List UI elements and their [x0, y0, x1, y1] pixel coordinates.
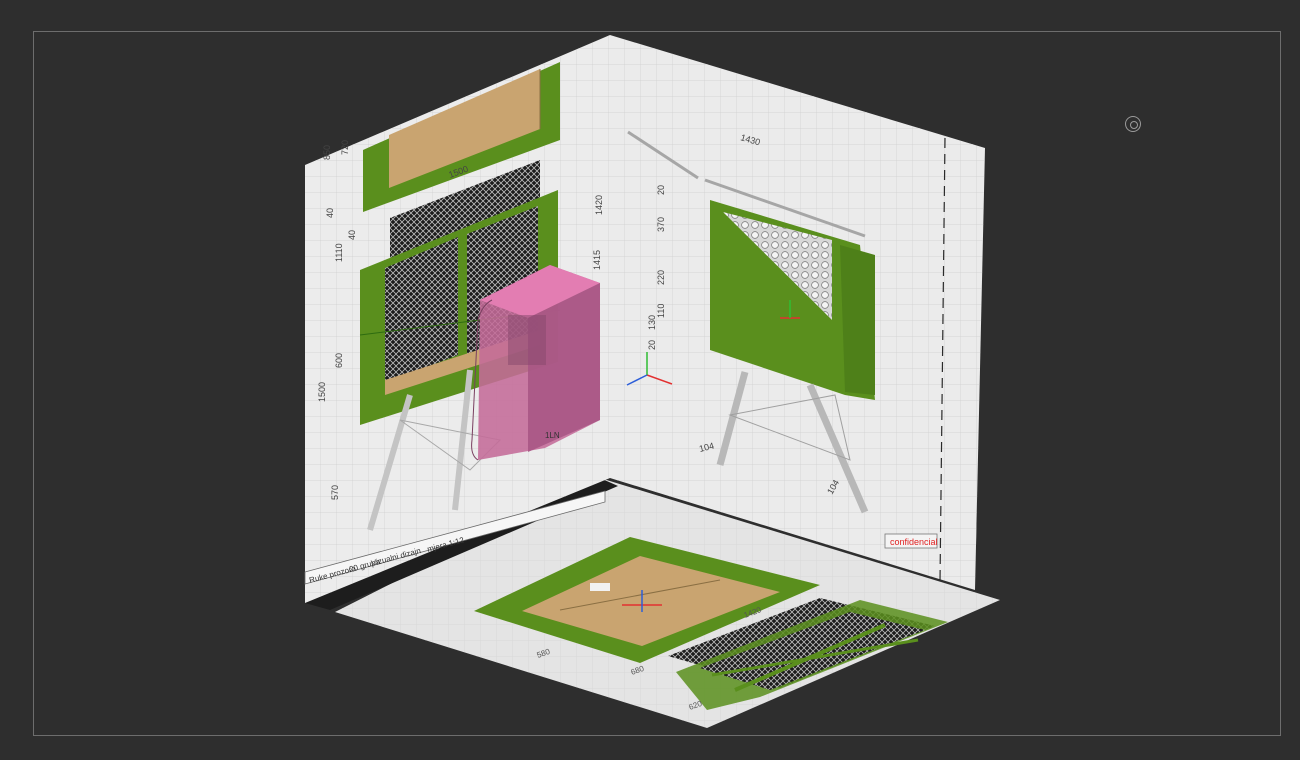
svg-text:220: 220 [656, 270, 666, 285]
confidential-stamp: confidencial [884, 533, 938, 549]
orbit-target-icon[interactable] [1125, 116, 1141, 132]
svg-text:600: 600 [334, 353, 344, 368]
svg-text:850: 850 [322, 145, 332, 160]
svg-text:130: 130 [647, 315, 657, 330]
svg-text:1500: 1500 [317, 382, 327, 402]
svg-text:20: 20 [647, 340, 657, 350]
svg-text:720: 720 [340, 140, 350, 155]
3d-scene[interactable]: 1500 40 40 1110 600 1500 570 850 720 Ruk… [0, 0, 1300, 760]
svg-text:40: 40 [347, 230, 357, 240]
svg-text:110: 110 [656, 304, 666, 318]
svg-text:1420: 1420 [594, 195, 604, 215]
svg-text:570: 570 [330, 485, 340, 500]
svg-text:1415: 1415 [592, 250, 602, 270]
svg-text:1LN: 1LN [545, 431, 560, 440]
svg-text:40: 40 [325, 208, 335, 218]
svg-text:1110: 1110 [334, 243, 344, 262]
svg-text:370: 370 [656, 217, 666, 232]
svg-text:20: 20 [656, 185, 666, 195]
svg-text:confidencial: confidencial [890, 537, 938, 547]
